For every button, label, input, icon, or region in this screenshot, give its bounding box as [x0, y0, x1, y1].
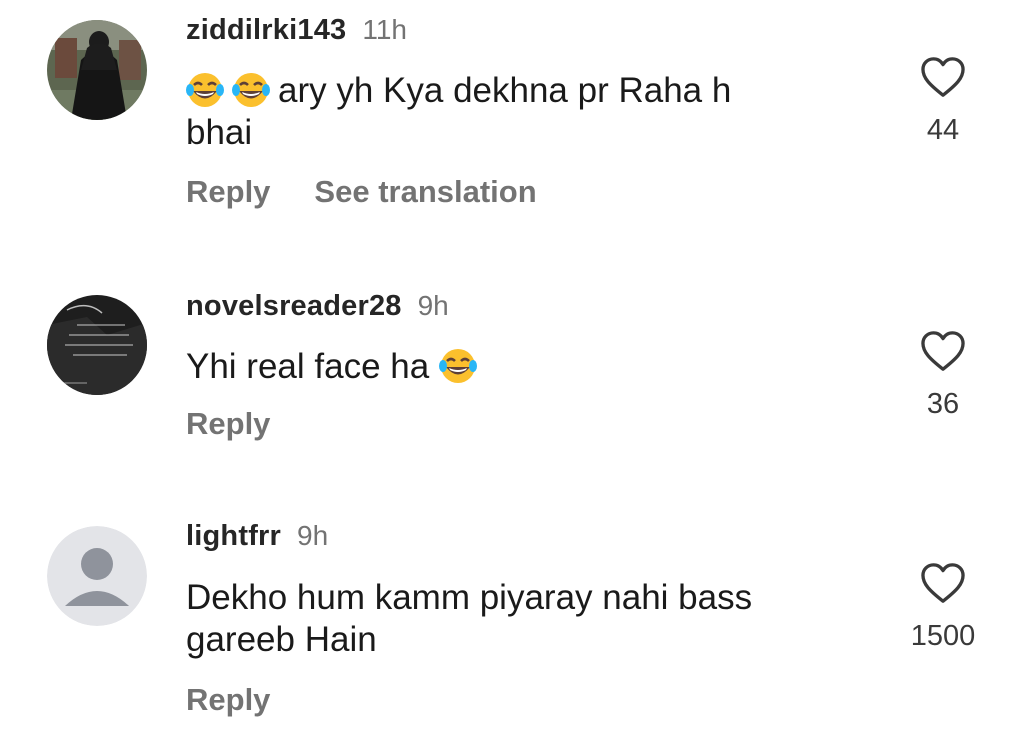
- comment-time: 9h: [297, 520, 329, 551]
- face-with-tears-of-joy-icon: [232, 70, 278, 108]
- comment-text-line: ary yh Kya dekhna pr Raha h: [278, 71, 732, 110]
- like-column: 36: [883, 330, 1003, 419]
- face-with-tears-of-joy-icon: [186, 70, 232, 108]
- comment-actions: Reply: [186, 684, 314, 715]
- like-count: 1500: [910, 620, 976, 652]
- user-avatar[interactable]: [47, 20, 147, 120]
- comment-meta: lightfrr 9h: [186, 522, 328, 551]
- comment-actions: Reply: [186, 408, 314, 439]
- username[interactable]: novelsreader28: [186, 290, 402, 322]
- comment-time: 9h: [417, 290, 449, 321]
- avatar-photo-icon: [47, 20, 147, 120]
- reply-button[interactable]: Reply: [186, 684, 270, 715]
- username[interactable]: ziddilrki143: [186, 14, 346, 46]
- comment-meta: novelsreader28 9h: [186, 292, 449, 321]
- comment-meta: ziddilrki143 11h: [186, 16, 407, 45]
- like-count: 36: [926, 388, 960, 420]
- like-column: 44: [883, 56, 1003, 145]
- reply-button[interactable]: Reply: [186, 408, 270, 439]
- comment-text-line: Dekho hum kamm piyaray nahi bass: [186, 578, 753, 617]
- heart-outline-icon[interactable]: [920, 562, 966, 604]
- reply-button[interactable]: Reply: [186, 176, 270, 207]
- user-avatar[interactable]: [47, 295, 147, 395]
- user-avatar[interactable]: [47, 526, 147, 626]
- avatar-photo-icon: [47, 295, 147, 395]
- like-column: 1500: [883, 562, 1003, 651]
- comment-text: Yhi real face ha: [186, 346, 866, 388]
- face-with-tears-of-joy-icon: [438, 346, 485, 384]
- heart-outline-icon[interactable]: [920, 330, 966, 372]
- comment-text: ary yh Kya dekhna pr Raha h bhai: [186, 70, 866, 154]
- comment-time: 11h: [362, 14, 407, 45]
- heart-outline-icon[interactable]: [920, 56, 966, 98]
- default-avatar-icon: [47, 526, 147, 626]
- username[interactable]: lightfrr: [186, 520, 281, 552]
- comment-actions: Reply See translation: [186, 176, 581, 207]
- comment-text-line: Yhi real face ha: [186, 347, 430, 386]
- see-translation-button[interactable]: See translation: [314, 176, 536, 207]
- comment-text-line: bhai: [186, 113, 253, 152]
- comment-text: Dekho hum kamm piyaray nahi bass gareeb …: [186, 577, 866, 661]
- like-count: 44: [926, 114, 960, 146]
- comment-text-line: gareeb Hain: [186, 620, 377, 659]
